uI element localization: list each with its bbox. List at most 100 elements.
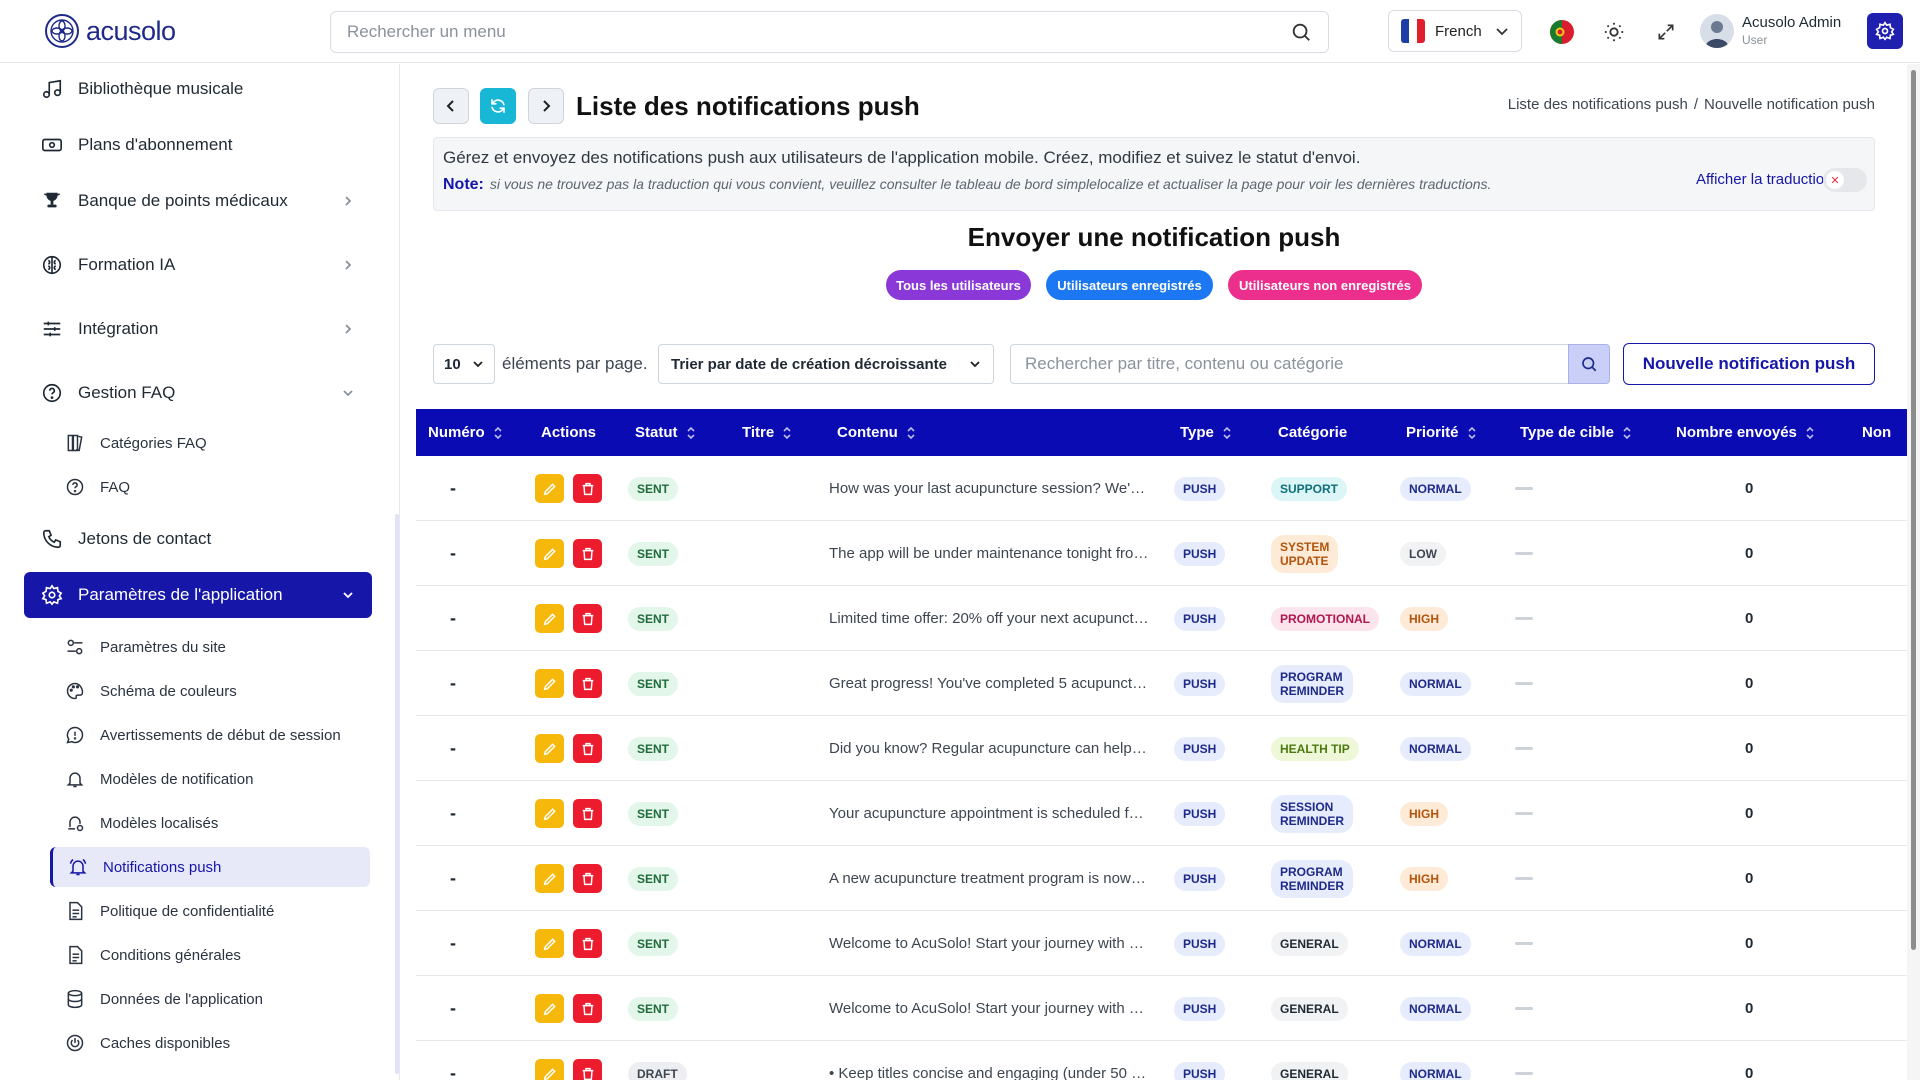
sidebar-subitem-faq-categories[interactable]: Catégories FAQ — [50, 423, 370, 463]
sidebar-item-faq-management[interactable]: Gestion FAQ — [24, 370, 372, 416]
delete-button[interactable] — [573, 994, 602, 1023]
page-scrollbar[interactable] — [1907, 64, 1920, 1080]
table-row[interactable]: - SENT The app will be under maintenance t… — [416, 521, 1907, 586]
breadcrumb-new-link[interactable]: Nouvelle notification push — [1704, 96, 1875, 113]
sidebar-subitem-site-settings[interactable]: Paramètres du site — [50, 627, 370, 667]
sidebar-item-subscription-plans[interactable]: Plans d'abonnement — [24, 122, 372, 168]
edit-button[interactable] — [535, 864, 564, 893]
column-header[interactable]: Catégorie — [1278, 409, 1347, 456]
table-row[interactable]: - SENT Your acupuncture appointment is sch… — [416, 781, 1907, 846]
sidebar-subitem-color-scheme[interactable]: Schéma de couleurs — [50, 671, 370, 711]
sidebar-subitem-faq[interactable]: FAQ — [50, 467, 370, 507]
sidebar-item-integration[interactable]: Intégration — [24, 306, 372, 352]
sidebar-subitem-localized-templates[interactable]: Modèles localisés — [50, 803, 370, 843]
table-row[interactable]: - SENT How was your last acupuncture sessi… — [416, 456, 1907, 521]
edit-button[interactable] — [535, 799, 564, 828]
sidebar-item-ai-training[interactable]: Formation IA — [24, 242, 372, 288]
pencil-icon — [543, 1067, 556, 1080]
per-page-select[interactable]: 10 — [433, 344, 495, 384]
table-row[interactable]: - SENT Welcome to AcuSolo! Start your jour… — [416, 976, 1907, 1041]
sidebar-subitem-session-warnings[interactable]: Avertissements de début de session — [50, 715, 370, 755]
menu-search-input[interactable]: Rechercher un menu — [330, 11, 1329, 53]
delete-button[interactable] — [573, 734, 602, 763]
sidebar-item-label: Bibliothèque musicale — [78, 79, 244, 98]
new-push-notification-button[interactable]: Nouvelle notification push — [1623, 343, 1875, 385]
delete-button[interactable] — [573, 604, 602, 633]
sidebar-subitem-caches[interactable]: Caches disponibles — [50, 1023, 370, 1063]
delete-button[interactable] — [573, 1059, 602, 1080]
column-header[interactable]: Non — [1862, 409, 1891, 456]
table-search-input[interactable]: Rechercher par titre, contenu ou catégor… — [1010, 344, 1568, 384]
column-header[interactable]: Contenu — [837, 409, 916, 456]
column-header[interactable]: Priorité — [1406, 409, 1477, 456]
delete-button[interactable] — [573, 799, 602, 828]
breadcrumb-list-link[interactable]: Liste des notifications push — [1508, 96, 1688, 113]
document-icon — [64, 900, 86, 922]
fullscreen-icon[interactable] — [1652, 18, 1680, 46]
delete-button[interactable] — [573, 474, 602, 503]
column-header[interactable]: Titre — [742, 409, 792, 456]
pencil-icon — [543, 677, 556, 690]
language-selector[interactable]: French — [1388, 10, 1522, 52]
sidebar-item-app-settings[interactable]: Paramètres de l'application — [24, 572, 372, 618]
delete-button[interactable] — [573, 864, 602, 893]
content-text: Welcome to AcuSolo! Start your journey w… — [829, 1000, 1149, 1017]
refresh-button[interactable] — [480, 88, 516, 124]
forward-button[interactable] — [528, 88, 564, 124]
column-header[interactable]: Actions — [541, 409, 596, 456]
settings-button[interactable] — [1867, 13, 1903, 49]
sidebar-subitem-label: Paramètres du site — [100, 638, 226, 656]
unregistered-users-button[interactable]: Utilisateurs non enregistrés — [1228, 270, 1422, 300]
column-header-label: Contenu — [837, 424, 898, 441]
category-line: REMINDER — [1280, 878, 1345, 893]
sidebar-item-contact-tokens[interactable]: Jetons de contact — [24, 516, 372, 562]
edit-button[interactable] — [535, 994, 564, 1023]
table-row[interactable]: - DRAFT • Keep titles concise and engaging… — [416, 1041, 1907, 1080]
table-row[interactable]: - SENT Limited time offer: 20% off your ne… — [416, 586, 1907, 651]
table-row[interactable]: - SENT Great progress! You've completed 5 … — [416, 651, 1907, 716]
registered-users-button[interactable]: Utilisateurs enregistrés — [1046, 270, 1213, 300]
content-text: Did you know? Regular acupuncture can he… — [829, 740, 1149, 757]
edit-button[interactable] — [535, 734, 564, 763]
sort-icon — [1623, 426, 1631, 439]
delete-button[interactable] — [573, 669, 602, 698]
type-badge: PUSH — [1174, 541, 1226, 566]
edit-button[interactable] — [535, 539, 564, 568]
table-row[interactable]: - SENT Welcome to AcuSolo! Start your jour… — [416, 911, 1907, 976]
edit-button[interactable] — [535, 669, 564, 698]
sidebar-item-music-library[interactable]: Bibliothèque musicale — [24, 66, 372, 112]
sidebar-subitem-terms[interactable]: Conditions générales — [50, 935, 370, 975]
delete-button[interactable] — [573, 539, 602, 568]
sidebar-item-medical-points[interactable]: Banque de points médicaux — [24, 178, 372, 224]
sidebar-subitem-app-data[interactable]: Données de l'application — [50, 979, 370, 1019]
brand-logo[interactable]: acusolo — [44, 12, 176, 50]
back-button[interactable] — [433, 88, 469, 124]
scrollbar-thumb[interactable] — [1911, 70, 1916, 950]
column-header[interactable]: Nombre envoyés — [1676, 409, 1815, 456]
edit-button[interactable] — [535, 474, 564, 503]
column-header[interactable]: Type — [1180, 409, 1232, 456]
sidebar-scrollbar[interactable] — [395, 514, 399, 1074]
table-row[interactable]: - SENT Did you know? Regular acupuncture c… — [416, 716, 1907, 781]
category-badge: PROGRAM REMINDER — [1271, 859, 1354, 898]
table-search-button[interactable] — [1568, 344, 1610, 384]
show-translation-toggle[interactable]: ✕ — [1823, 168, 1867, 192]
column-header[interactable]: Numéro — [428, 409, 503, 456]
edit-button[interactable] — [535, 929, 564, 958]
portugal-flag-icon[interactable] — [1548, 18, 1576, 46]
delete-button[interactable] — [573, 929, 602, 958]
trash-icon — [582, 807, 593, 820]
sun-icon[interactable] — [1600, 18, 1628, 46]
column-header[interactable]: Statut — [635, 409, 696, 456]
sidebar-subitem-notification-templates[interactable]: Modèles de notification — [50, 759, 370, 799]
all-users-button[interactable]: Tous les utilisateurs — [886, 270, 1031, 300]
edit-button[interactable] — [535, 604, 564, 633]
column-header[interactable]: Type de cible — [1520, 409, 1632, 456]
sidebar-subitem-privacy-policy[interactable]: Politique de confidentialité — [50, 891, 370, 931]
edit-button[interactable] — [535, 1059, 564, 1080]
user-menu[interactable]: Acusolo Admin User — [1700, 12, 1860, 52]
sidebar-subitem-push-notifications[interactable]: Notifications push — [50, 847, 370, 887]
table-row[interactable]: - SENT A new acupuncture treatment program… — [416, 846, 1907, 911]
sort-select[interactable]: Trier par date de création décroissante — [658, 344, 994, 384]
search-icon[interactable] — [1290, 21, 1312, 43]
